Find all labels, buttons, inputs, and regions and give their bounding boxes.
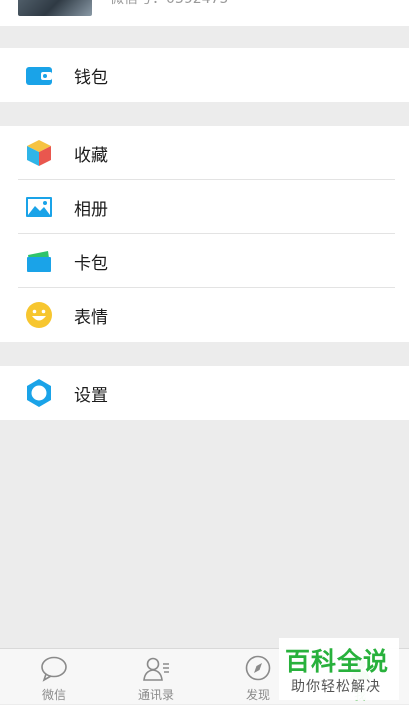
menu-item-cards[interactable]: 卡包	[0, 234, 409, 288]
tab-chats[interactable]: 微信	[14, 649, 94, 705]
wechat-id-text: 微信号：0392475	[110, 0, 228, 8]
menu-item-album[interactable]: 相册	[0, 180, 409, 234]
menu-item-settings[interactable]: 设置	[0, 366, 409, 420]
menu-label-settings: 设置	[74, 386, 108, 406]
cube-icon	[27, 140, 51, 166]
avatar[interactable]	[18, 0, 92, 16]
menu-label-wallet: 钱包	[74, 68, 108, 88]
settings-section: 设置	[0, 366, 409, 420]
wallet-icon	[26, 67, 52, 85]
contacts-icon	[143, 657, 169, 681]
menu-label-stickers: 表情	[74, 308, 108, 328]
watermark-title: 百科全说	[285, 647, 390, 676]
menu-label-favorites: 收藏	[74, 146, 108, 166]
wallet-section: 钱包	[0, 48, 409, 102]
menu-item-wallet[interactable]: 钱包	[0, 48, 409, 102]
menu-item-stickers[interactable]: 表情	[0, 288, 409, 342]
tab-label-contacts: 通讯录	[137, 688, 174, 702]
compass-icon	[245, 655, 271, 681]
smiley-icon	[26, 302, 52, 328]
gear-icon	[27, 379, 51, 407]
menu-item-favorites[interactable]: 收藏	[0, 126, 409, 180]
profile-header[interactable]: 微信号：0392475	[0, 0, 409, 26]
me-page: 微信号：0392475 钱包 收藏	[0, 0, 409, 704]
tab-label-chats: 微信	[41, 688, 66, 702]
image-icon	[26, 197, 52, 217]
card-icon	[27, 251, 51, 272]
watermark-subtitle: 助你轻松解决	[291, 679, 381, 695]
menu-label-cards: 卡包	[74, 254, 108, 274]
chat-bubble-icon	[41, 656, 67, 682]
tab-contacts[interactable]: 通讯录	[116, 649, 196, 705]
menu-label-album: 相册	[74, 200, 108, 220]
collection-section: 收藏 相册 卡包 表情	[0, 126, 409, 342]
watermark: 百科全说 助你轻松解决	[279, 638, 399, 700]
